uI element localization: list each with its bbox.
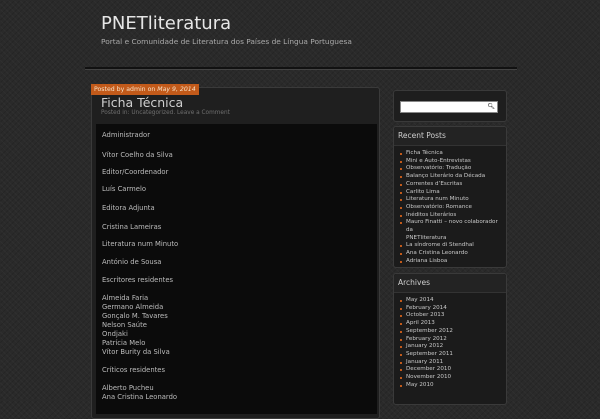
post-line: Alberto Pucheu (102, 384, 154, 392)
post-line: António de Sousa (102, 258, 162, 266)
header-divider (85, 67, 517, 70)
search-icon[interactable]: 🔍︎ (487, 103, 495, 110)
post-line: Editora Adjunta (102, 204, 155, 212)
post-line: Patrícia Melo (102, 339, 146, 347)
archive-link[interactable]: May 2014 (400, 297, 504, 305)
post-date: May 9, 2014 (157, 86, 196, 93)
widget-title: Archives (398, 278, 430, 287)
post-content: Administrador Vítor Coelho da Silva Edit… (96, 124, 377, 414)
archive-link[interactable]: January 2011 (400, 359, 504, 367)
archive-link[interactable]: February 2014 (400, 305, 504, 313)
archive-link[interactable]: September 2011 (400, 351, 504, 359)
post-line: Vítor Coelho da Silva (102, 151, 173, 159)
widget-header: Recent Posts (394, 127, 506, 146)
recent-post-link[interactable]: Observatório: Tradução (400, 165, 504, 173)
archive-link[interactable]: October 2013 (400, 312, 504, 320)
post-author-link[interactable]: admin (126, 86, 145, 93)
post-line: Ondjaki (102, 330, 128, 338)
posted-in-label: Posted in: (101, 110, 130, 116)
archives-list: May 2014 February 2014 October 2013 Apri… (400, 297, 504, 389)
archive-link[interactable]: May 2010 (400, 382, 504, 390)
post-meta-on: on (147, 86, 156, 93)
recent-post-link[interactable]: Balanço Literário da Década (400, 173, 504, 181)
archives-widget: Archives May 2014 February 2014 October … (393, 273, 507, 405)
category-link[interactable]: Uncategorized. (131, 110, 175, 116)
post-line: Nelson Saúte (102, 321, 147, 329)
recent-posts-widget: Recent Posts Ficha Técnica Mini e Auto-E… (393, 126, 507, 268)
post-line: Administrador (102, 131, 150, 139)
recent-post-link[interactable]: Ana Cristina Leonardo (400, 250, 504, 258)
recent-post-link[interactable]: Mauro Finatti – novo colaborador da (400, 219, 504, 234)
site-title[interactable]: PNETliteratura (101, 13, 231, 34)
post-line: Gonçalo M. Tavares (102, 312, 168, 320)
recent-post-link[interactable]: Inéditos Literários (400, 212, 504, 220)
post-line: Germano Almeida (102, 303, 164, 311)
post-line: Editor/Coordenador (102, 168, 169, 176)
archive-link[interactable]: January 2012 (400, 343, 504, 351)
post-line: Luís Carmelo (102, 185, 147, 193)
archive-link[interactable]: February 2012 (400, 336, 504, 344)
post-title[interactable]: Ficha Técnica (101, 95, 183, 110)
post-meta-prefix: Posted by (94, 86, 125, 93)
archive-link[interactable]: September 2012 (400, 328, 504, 336)
post-line: Críticos residentes (102, 366, 166, 374)
widget-title: Recent Posts (398, 131, 446, 140)
post-line: Cristina Lameiras (102, 223, 162, 231)
post-category-line: Posted in: Uncategorized. Leave a Commen… (101, 110, 230, 116)
post-line: Vítor Burity da Silva (102, 348, 170, 356)
recent-posts-list: Ficha Técnica Mini e Auto-Entrevistas Ob… (400, 150, 504, 266)
recent-post-link[interactable]: Adriana Lisboa (400, 258, 504, 266)
recent-post-link[interactable]: Literatura num Minuto (400, 196, 504, 204)
site-description: Portal e Comunidade de Literatura dos Pa… (101, 37, 352, 46)
recent-post-link[interactable]: Carlito Lima (400, 189, 504, 197)
archive-link[interactable]: December 2010 (400, 366, 504, 374)
recent-post-link[interactable]: Correntes d’Escritas (400, 181, 504, 189)
recent-post-link[interactable]: La síndrome di Stendhal (400, 242, 504, 250)
leave-comment-link[interactable]: Leave a Comment (177, 110, 230, 116)
archive-link[interactable]: November 2010 (400, 374, 504, 382)
search-input[interactable]: 🔍︎ (400, 101, 498, 113)
post-line: Escritores residentes (102, 276, 174, 284)
post-line: Literatura num Minuto (102, 240, 179, 248)
search-widget: 🔍︎ (393, 90, 507, 122)
recent-post-link[interactable]: Observatório: Romance (400, 204, 504, 212)
widget-header: Archives (394, 274, 506, 293)
archive-link[interactable]: April 2013 (400, 320, 504, 328)
post-line: Almeida Faria (102, 294, 149, 302)
recent-post-link[interactable]: Ficha Técnica (400, 150, 504, 158)
post-meta-badge: Posted by admin on May 9, 2014 (91, 84, 199, 95)
